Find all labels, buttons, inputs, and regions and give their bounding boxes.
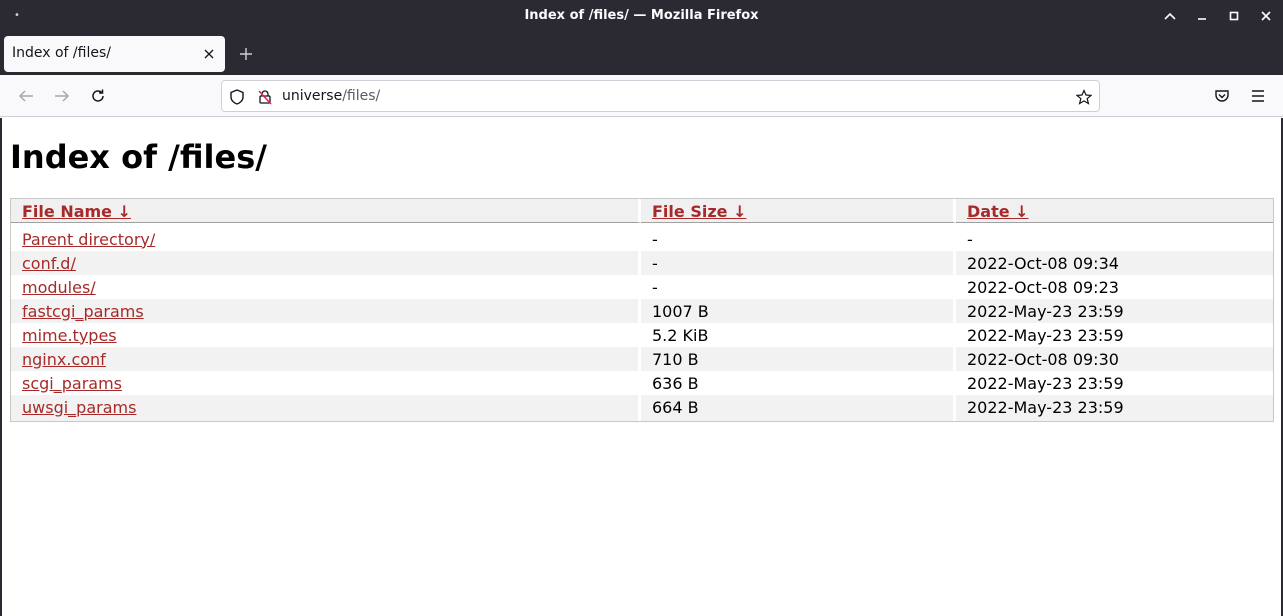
file-link[interactable]: fastcgi_params bbox=[22, 302, 144, 321]
tab-label: Index of /files/ bbox=[12, 45, 111, 61]
file-size-cell: 636 B bbox=[641, 371, 956, 395]
tab-strip: Index of /files/ bbox=[0, 32, 1283, 75]
tab-close-icon[interactable] bbox=[201, 46, 217, 62]
insecure-lock-icon[interactable] bbox=[256, 88, 274, 106]
file-link[interactable]: scgi_params bbox=[22, 374, 122, 393]
file-name-cell: conf.d/ bbox=[11, 251, 641, 275]
url-path: /files/ bbox=[342, 88, 381, 104]
table-row: fastcgi_params 1007 B 2022-May-23 23:59 bbox=[11, 299, 1273, 323]
file-date-cell: 2022-May-23 23:59 bbox=[967, 325, 1124, 345]
file-date-cell: 2022-May-23 23:59 bbox=[967, 373, 1124, 393]
column-header-date: Date ↓ bbox=[956, 199, 1273, 223]
sort-by-size-link[interactable]: File Size ↓ bbox=[652, 202, 746, 221]
file-size-cell: 5.2 KiB bbox=[641, 323, 956, 347]
url-host: universe bbox=[282, 88, 343, 104]
file-size-cell: 710 B bbox=[641, 347, 956, 371]
file-size-cell: - bbox=[641, 275, 956, 299]
file-link[interactable]: Parent directory/ bbox=[22, 230, 155, 249]
file-name-cell: Parent directory/ bbox=[11, 223, 641, 251]
file-date-cell: 2022-Oct-08 09:34 bbox=[956, 251, 1273, 275]
star-icon[interactable] bbox=[1075, 88, 1093, 106]
table-row: mime.types 5.2 KiB 2022-May-23 23:59 bbox=[11, 323, 1273, 347]
page-title: Index of /files/ bbox=[10, 138, 267, 176]
file-date-cell: 2022-May-23 23:59 bbox=[956, 299, 1273, 323]
tab-index-of-files[interactable]: Index of /files/ bbox=[4, 36, 225, 72]
file-date-cell: - bbox=[967, 229, 973, 249]
file-size-cell: 1007 B bbox=[641, 299, 956, 323]
file-name-cell: uwsgi_params bbox=[11, 395, 641, 421]
file-link[interactable]: modules/ bbox=[22, 278, 96, 297]
window-restore-icon[interactable] bbox=[1224, 6, 1244, 26]
file-name-cell: nginx.conf bbox=[11, 347, 641, 371]
file-size-cell: 664 B bbox=[641, 395, 956, 421]
table-row: conf.d/ - 2022-Oct-08 09:34 bbox=[11, 251, 1273, 275]
window-close-icon[interactable] bbox=[1256, 6, 1276, 26]
column-header-file-size: File Size ↓ bbox=[641, 199, 956, 223]
file-date-cell: 2022-Oct-08 09:23 bbox=[967, 277, 1119, 297]
reload-icon[interactable] bbox=[87, 85, 109, 107]
shield-icon[interactable] bbox=[228, 88, 246, 106]
new-tab-plus-icon[interactable] bbox=[236, 44, 256, 64]
window-titlebar: • Index of /files/ — Mozilla Firefox bbox=[0, 0, 1283, 32]
arrow-left-icon[interactable] bbox=[15, 85, 37, 107]
file-date-cell: 2022-Oct-08 09:30 bbox=[956, 347, 1273, 371]
table-row: uwsgi_params 664 B 2022-May-23 23:59 bbox=[11, 395, 1273, 421]
file-link[interactable]: conf.d/ bbox=[22, 254, 76, 273]
table-row: nginx.conf 710 B 2022-Oct-08 09:30 bbox=[11, 347, 1273, 371]
column-header-file-name: File Name ↓ bbox=[11, 199, 641, 223]
window-title: Index of /files/ — Mozilla Firefox bbox=[524, 8, 759, 23]
pocket-icon[interactable] bbox=[1211, 85, 1233, 107]
file-size-cell: - bbox=[641, 251, 956, 275]
file-date-cell: 2022-May-23 23:59 bbox=[956, 395, 1273, 421]
table-row: Parent directory/ - - bbox=[11, 223, 1273, 251]
hamburger-menu-icon[interactable] bbox=[1247, 85, 1269, 107]
table-header-row: File Name ↓ File Size ↓ Date ↓ bbox=[11, 199, 1273, 223]
file-name-cell: fastcgi_params bbox=[11, 299, 641, 323]
file-link[interactable]: uwsgi_params bbox=[22, 398, 136, 417]
file-name-cell: scgi_params bbox=[11, 371, 641, 395]
file-link[interactable]: mime.types bbox=[22, 326, 117, 345]
arrow-right-icon[interactable] bbox=[51, 85, 73, 107]
window-maximize-chevron-icon[interactable] bbox=[1160, 6, 1180, 26]
file-name-cell: modules/ bbox=[11, 275, 641, 299]
url-text: universe/files/ bbox=[282, 88, 380, 104]
sort-by-name-link[interactable]: File Name ↓ bbox=[22, 202, 131, 221]
file-listing-body: Parent directory/ - - conf.d/ - 2022-Oct… bbox=[11, 223, 1273, 421]
table-row: modules/ - 2022-Oct-08 09:23 bbox=[11, 275, 1273, 299]
file-name-cell: mime.types bbox=[11, 323, 641, 347]
window-minimize-icon[interactable] bbox=[1192, 6, 1212, 26]
table-row: scgi_params 636 B 2022-May-23 23:59 bbox=[11, 371, 1273, 395]
file-listing-table: File Name ↓ File Size ↓ Date ↓ Parent di… bbox=[10, 198, 1274, 422]
navigation-toolbar: universe/files/ bbox=[0, 75, 1283, 117]
page-content: Index of /files/ File Name ↓ File Size ↓… bbox=[0, 118, 1283, 616]
url-bar[interactable]: universe/files/ bbox=[221, 80, 1100, 112]
file-link[interactable]: nginx.conf bbox=[22, 350, 106, 369]
sort-by-date-link[interactable]: Date ↓ bbox=[967, 202, 1029, 221]
file-size-cell: - bbox=[641, 223, 956, 251]
